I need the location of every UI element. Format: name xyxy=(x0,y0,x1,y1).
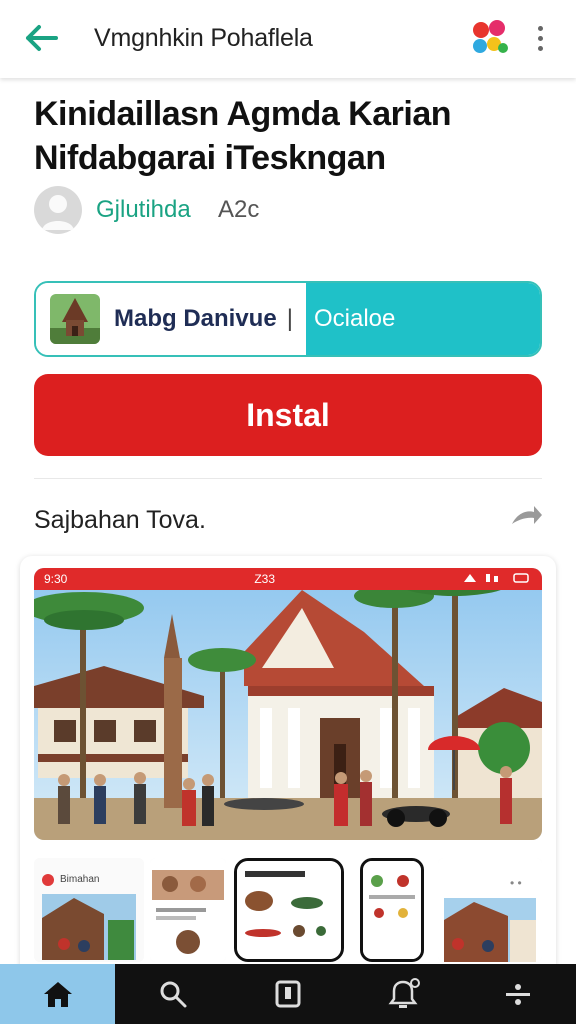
library-icon xyxy=(275,980,301,1008)
more-vert-icon xyxy=(537,25,543,31)
status-time: 9:30 xyxy=(44,572,68,586)
notifications-icon xyxy=(388,978,421,1008)
thumbnail-4[interactable] xyxy=(360,858,424,962)
thumbnail-2[interactable] xyxy=(150,858,226,962)
install-button[interactable]: Instal xyxy=(34,374,542,456)
main-screenshot[interactable]: 9:30 Z33 xyxy=(34,568,542,840)
status-icons xyxy=(462,572,532,587)
screenshot-status-bar: 9:30 Z33 xyxy=(34,568,542,590)
divider xyxy=(34,478,542,479)
village-scene-image xyxy=(34,568,542,840)
search-icon xyxy=(160,981,187,1008)
app-logo-icon xyxy=(470,18,510,58)
arrow-left-icon xyxy=(26,25,58,51)
top-app-bar: Vmgnhkin Pohaflela xyxy=(0,0,576,78)
nav-settings[interactable] xyxy=(461,964,576,1024)
nav-library[interactable] xyxy=(230,964,345,1024)
user-icon xyxy=(42,195,74,230)
banner-title: Mabg Danivue xyxy=(114,305,277,332)
bottom-navigation xyxy=(0,964,576,1024)
thumbnail-1[interactable]: Bimahan xyxy=(34,858,144,962)
app-banner[interactable]: Mabg Danivue | Ocialoe xyxy=(34,281,542,357)
status-center: Z33 xyxy=(254,572,276,586)
more-options-button[interactable] xyxy=(528,20,552,56)
banner-separator: | xyxy=(286,305,293,332)
banner-thumbnail xyxy=(50,294,100,344)
author-name[interactable]: Gjlutihda xyxy=(96,196,191,224)
author-meta: A2c xyxy=(218,196,260,223)
nav-notifications[interactable] xyxy=(346,964,461,1024)
page-title: Vmgnhkin Pohaflela xyxy=(94,24,313,52)
home-icon xyxy=(43,982,72,1007)
thumbnail-5[interactable] xyxy=(438,858,542,962)
settings-icon xyxy=(506,984,531,1005)
nav-search[interactable] xyxy=(115,964,230,1024)
avatar[interactable] xyxy=(34,186,82,234)
article-headline: Kinidaillasn Agmda Karian Nifdabgarai iT… xyxy=(34,92,554,180)
banner-info: Mabg Danivue | xyxy=(36,283,306,355)
share-button[interactable] xyxy=(508,500,544,536)
screenshot-thumbnails: Bimahan • • xyxy=(34,858,542,962)
thumbnails-more-indicator: • • xyxy=(510,876,522,890)
screenshots-section-title: Sajbahan Tova. xyxy=(34,506,206,534)
thumbnail-1-label: Bimahan xyxy=(60,874,100,885)
thumbnail-3[interactable] xyxy=(234,858,344,962)
back-button[interactable] xyxy=(22,20,62,56)
headline-line-2: Nifdabgarai iTeskngan xyxy=(34,139,386,177)
share-icon xyxy=(512,506,542,524)
banner-tag: Ocialoe xyxy=(306,283,540,355)
nav-home[interactable] xyxy=(0,964,116,1024)
headline-line-1: Kinidaillasn Agmda Karian xyxy=(34,95,452,133)
